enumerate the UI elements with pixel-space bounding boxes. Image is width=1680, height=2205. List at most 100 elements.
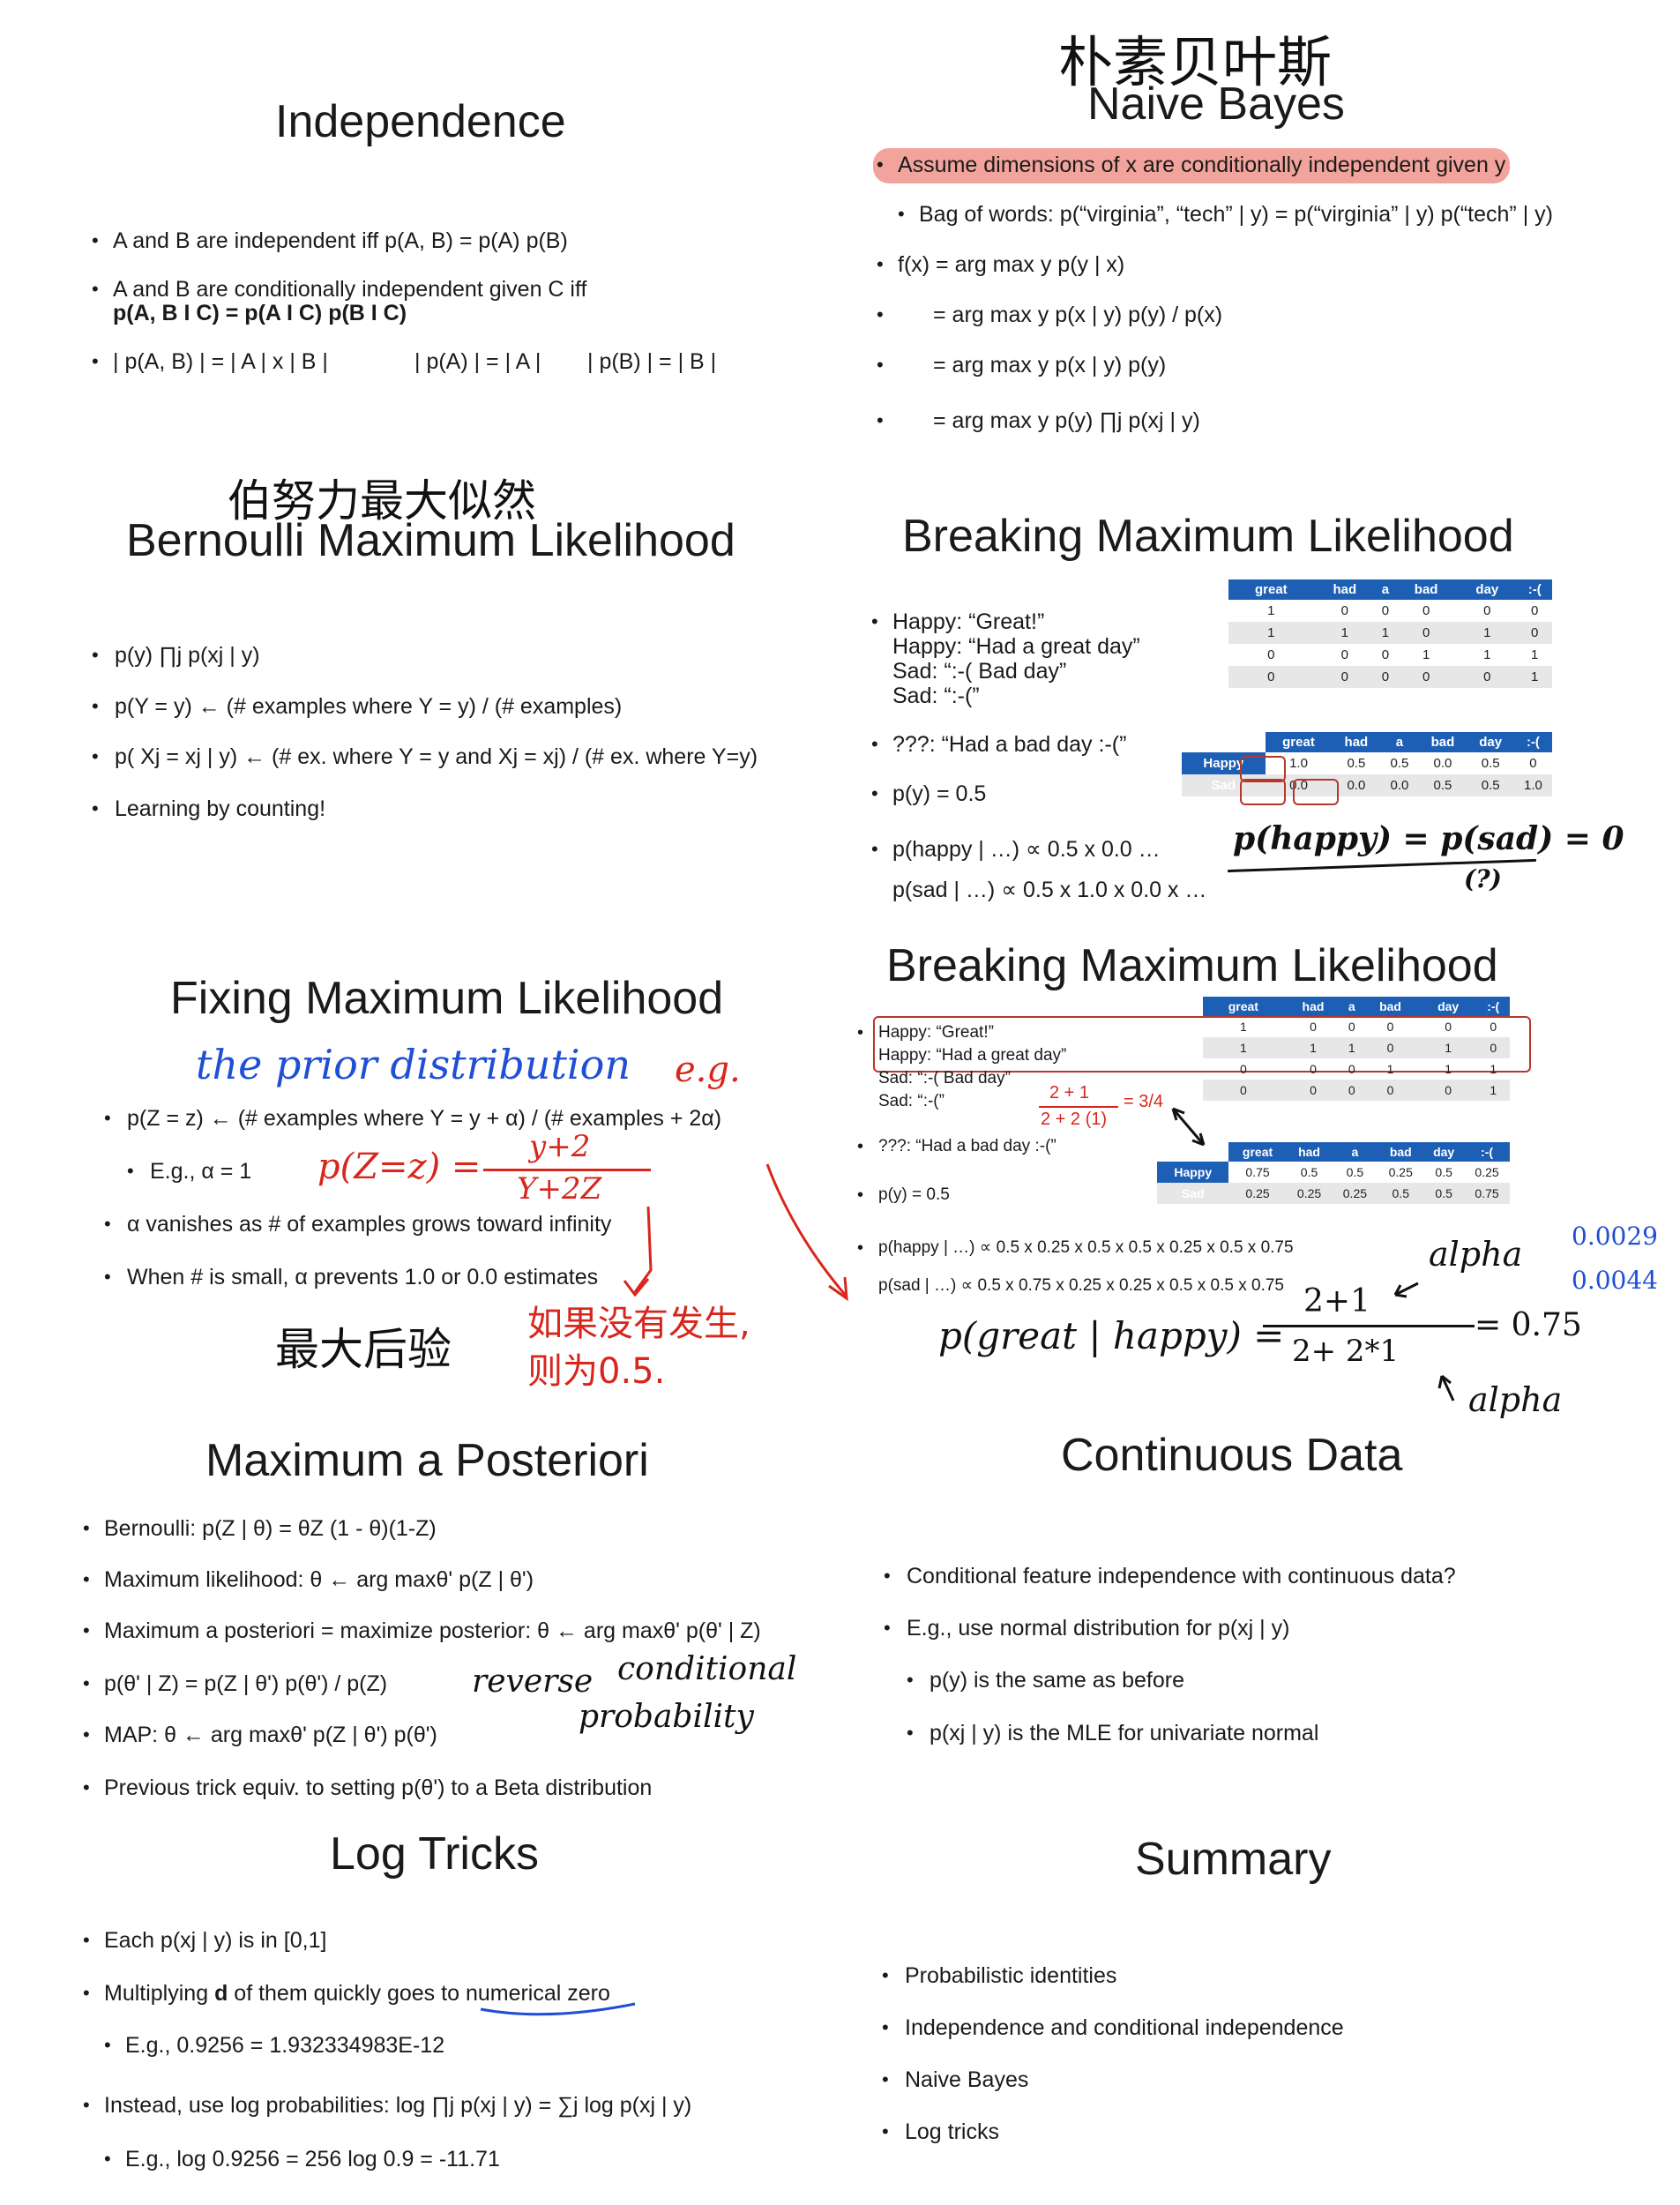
table-cell: 0 xyxy=(1490,1020,1497,1034)
text-bold: d xyxy=(214,1981,228,2006)
table-cell: 0.5 xyxy=(1378,1183,1424,1204)
slide8-line: p(xj | y) is the MLE for univariate norm… xyxy=(930,1721,1319,1745)
bullet: • xyxy=(83,1982,90,2004)
likelihood-table: great had a bad day:-(Happy 0.75 0.5 0.5 0.25 0.5… xyxy=(1157,1142,1510,1204)
posterior-line: p(happy | …) ∝ 0.5 x 0.25 x 0.5 x 0.5 x … xyxy=(878,1238,1294,1257)
table-cell: 1 xyxy=(1203,1037,1284,1058)
bullet: • xyxy=(83,1619,90,1641)
handwritten-value: 0.0029 xyxy=(1572,1222,1658,1251)
slide6-title: Breaking Maximum Likelihood xyxy=(886,940,1498,991)
table-cell: 0 xyxy=(1361,1080,1420,1101)
table-header: bad xyxy=(1378,1142,1424,1162)
bullet: • xyxy=(884,1565,891,1587)
table-cell: 0 xyxy=(1386,1020,1394,1034)
text: of them quickly goes to xyxy=(228,1981,466,2006)
bullet: • xyxy=(857,1238,864,1258)
table-cell: 0.25 xyxy=(1332,1183,1378,1204)
summary-item: Independence and conditional independenc… xyxy=(905,2015,1344,2040)
text: Multiplying xyxy=(104,1981,215,2006)
table-row: 0 0 0 1 1 1 xyxy=(1203,1058,1510,1080)
bullet: • xyxy=(857,1185,864,1205)
table-row: Happy 0.75 0.5 0.5 0.25 0.5 0.25 xyxy=(1157,1162,1510,1183)
table-cell: 0.5 xyxy=(1435,1165,1452,1179)
table-cell: 1 xyxy=(1342,1037,1362,1058)
table-cell: 0.75 xyxy=(1464,1183,1510,1204)
table-cell: 0 xyxy=(1239,1062,1247,1076)
slide9-line: E.g., 0.9256 = 1.932334983E-12 xyxy=(125,2033,445,2058)
table-cell: 0 xyxy=(1445,1020,1452,1034)
handwritten-value: 0.0044 xyxy=(1572,1266,1658,1295)
table-header: day xyxy=(1423,1142,1465,1162)
posterior-line: p(sad | …) ∝ 0.5 x 0.75 x 0.25 x 0.25 x … xyxy=(878,1276,1284,1295)
slide7-line: Previous trick equiv. to setting p(θ') t… xyxy=(104,1775,653,1800)
annotation-arrows xyxy=(480,1107,1455,2016)
example-line: Sad: “:-(” xyxy=(878,1092,945,1110)
text-underlined: numerical zero xyxy=(465,1981,610,2006)
table-cell: 0.5 xyxy=(1423,1183,1465,1204)
slide9-line: Each p(xj | y) is in [0,1] xyxy=(104,1928,327,1953)
table-header: great xyxy=(1203,997,1284,1016)
slide9-line: E.g., log 0.9256 = 256 log 0.9 = -11.71 xyxy=(125,2147,500,2171)
slide7-line: Maximum likelihood: θ ← arg maxθ' p(Z | … xyxy=(104,1567,534,1592)
bullet: • xyxy=(907,1669,914,1691)
slide7-line: Bernoulli: p(Z | θ) = θZ (1 - θ)(1-Z) xyxy=(104,1516,437,1541)
summary-item: Log tricks xyxy=(905,2119,999,2144)
table-cell: 0.25 xyxy=(1228,1183,1287,1204)
table-header: day xyxy=(1419,997,1477,1016)
bullet: • xyxy=(907,1722,914,1744)
fraction-bar xyxy=(1039,1106,1118,1108)
bullet: • xyxy=(857,1137,864,1156)
fraction-result: = 3/4 xyxy=(1124,1092,1164,1111)
slide8-title: Continuous Data xyxy=(1061,1430,1403,1481)
table-cell: 1 xyxy=(1419,1037,1477,1058)
bullet: • xyxy=(83,1776,90,1798)
handwritten-alpha: alpha xyxy=(1429,1235,1523,1274)
bullet: • xyxy=(104,2034,111,2056)
table-cell: 0 xyxy=(1348,1020,1355,1034)
slide7-title: Maximum a Posteriori xyxy=(205,1435,649,1486)
bullet: • xyxy=(83,1517,90,1539)
table-row: 1 0 0 0 0 0 xyxy=(1203,1016,1510,1037)
table-cell: 1 xyxy=(1490,1062,1497,1076)
table-cell: 1 xyxy=(1386,1062,1394,1076)
slide7-line: MAP: θ ← arg maxθ' p(Z | θ') p(θ') xyxy=(104,1723,437,1747)
query-line: ???: “Had a bad day :-(” xyxy=(878,1137,1057,1155)
table-header: bad xyxy=(1361,997,1420,1016)
table-cell: 0.75 xyxy=(1245,1165,1270,1179)
table-header: :-( xyxy=(1464,1142,1510,1162)
slide8-line: p(y) is the same as before xyxy=(930,1668,1185,1693)
table-corner xyxy=(1157,1142,1228,1162)
handwritten-note: reverse xyxy=(472,1663,594,1700)
table-cell: 0 xyxy=(1342,1080,1362,1101)
table-cell: 0 xyxy=(1283,1080,1343,1101)
table-header: had xyxy=(1283,997,1343,1016)
table-cell: 1 xyxy=(1476,1080,1510,1101)
handwritten-equation: p(great | happy) = xyxy=(938,1314,1285,1357)
table-cell: 0 xyxy=(1203,1080,1284,1101)
table-cell: 0 xyxy=(1348,1062,1355,1076)
handwritten-equation: 2+1 xyxy=(1303,1283,1370,1319)
table-cell: 0 xyxy=(1310,1062,1317,1076)
table-cell: 1 xyxy=(1283,1037,1343,1058)
row-label: Sad xyxy=(1157,1183,1229,1204)
handwritten-alpha: alpha xyxy=(1468,1380,1563,1419)
table-header: had xyxy=(1286,1142,1333,1162)
slide10-title: Summary xyxy=(1135,1834,1332,1885)
table-cell: 0 xyxy=(1361,1037,1420,1058)
summary-item: Naive Bayes xyxy=(905,2067,1029,2092)
slide7-line: p(θ' | Z) = p(Z | θ') p(θ') / p(Z) xyxy=(104,1671,388,1696)
slide9-title: Log Tricks xyxy=(330,1828,539,1880)
table-cell: 0.25 xyxy=(1388,1165,1413,1179)
summary-item: Probabilistic identities xyxy=(905,1963,1117,1988)
prior-line: p(y) = 0.5 xyxy=(878,1185,950,1204)
bullet: • xyxy=(857,1023,864,1043)
table-cell: 0 xyxy=(1476,1037,1510,1058)
handwritten-equation: = 0.75 xyxy=(1475,1307,1582,1343)
bullet: • xyxy=(882,2120,889,2142)
table-header: a xyxy=(1342,997,1362,1016)
fraction-bar xyxy=(1263,1325,1475,1327)
table-cell: 0.25 xyxy=(1475,1165,1499,1179)
handwritten-note: probability xyxy=(579,1699,754,1735)
fraction-num: 2 + 1 xyxy=(1049,1083,1090,1102)
slide8-line: E.g., use normal distribution for p(xj |… xyxy=(907,1616,1290,1641)
